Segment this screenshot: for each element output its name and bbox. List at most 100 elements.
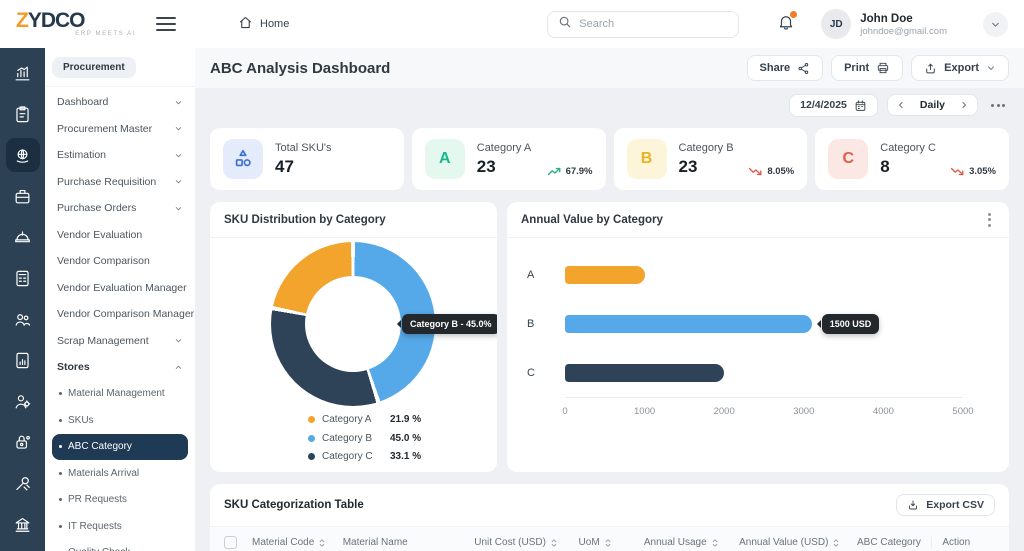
sidebar-item-dashboard[interactable]: Dashboard bbox=[52, 89, 188, 116]
column-header-annual-value-usd-[interactable]: Annual Value (USD) bbox=[739, 537, 857, 548]
sidebar-menu: Procurement DashboardProcurement MasterE… bbox=[45, 48, 195, 551]
export-button[interactable]: Export bbox=[911, 55, 1009, 81]
team-icon[interactable] bbox=[6, 302, 40, 336]
kpi-card-total-sku-s: Total SKU's47 bbox=[210, 128, 404, 190]
letter-b-icon: B bbox=[627, 139, 667, 179]
letter-c-icon: C bbox=[828, 139, 868, 179]
period-label: Daily bbox=[920, 99, 945, 111]
avatar: JD bbox=[821, 9, 851, 39]
printer-icon bbox=[876, 61, 890, 75]
previous-period-button[interactable] bbox=[894, 98, 908, 112]
storage-icon[interactable] bbox=[6, 179, 40, 213]
sidebar-item-vendor-evaluation-manager[interactable]: Vendor Evaluation Manager bbox=[52, 275, 188, 302]
kpi-value: 8 bbox=[880, 157, 889, 177]
brand-name: ZYDCO bbox=[16, 11, 150, 31]
column-header-material-code[interactable]: Material Code bbox=[252, 537, 343, 548]
user-menu[interactable]: JD John Doe johndoe@gmail.com bbox=[821, 9, 947, 39]
period-selector: Daily bbox=[887, 94, 978, 116]
card-menu-button[interactable] bbox=[984, 209, 995, 231]
sort-icon bbox=[711, 538, 719, 548]
column-header-abc-category: ABC Category bbox=[857, 537, 931, 548]
sidebar-subitem-material-management[interactable]: Material Management bbox=[52, 381, 188, 408]
sidebar-item-vendor-evaluation[interactable]: Vendor Evaluation bbox=[52, 222, 188, 249]
sourcing-icon[interactable] bbox=[6, 138, 40, 172]
ledger-icon[interactable] bbox=[6, 261, 40, 295]
app-window: ZYDCO ERP MEETS AI Home JD John Doe john… bbox=[0, 0, 1024, 551]
sidebar-subitem-pr-requests[interactable]: PR Requests bbox=[52, 487, 188, 514]
sku-distribution-card: SKU Distribution by Category Category B … bbox=[210, 202, 497, 472]
engineer-helmet-icon[interactable] bbox=[6, 220, 40, 254]
bar-c[interactable] bbox=[565, 364, 724, 382]
growth-chart-icon[interactable] bbox=[6, 56, 40, 90]
tools-icon[interactable] bbox=[6, 466, 40, 500]
share-label: Share bbox=[760, 62, 791, 74]
sidebar-subitem-materials-arrival[interactable]: Materials Arrival bbox=[52, 460, 188, 487]
date-picker-button[interactable]: 12/4/2025 bbox=[789, 94, 878, 117]
export-csv-button[interactable]: Export CSV bbox=[896, 494, 995, 516]
user-name: John Doe bbox=[860, 12, 947, 26]
sidebar-item-scrap-management[interactable]: Scrap Management bbox=[52, 328, 188, 355]
legend-item-category-c: Category C33.1 % bbox=[308, 451, 421, 462]
print-button[interactable]: Print bbox=[831, 55, 903, 81]
sidebar-item-procurement-master[interactable]: Procurement Master bbox=[52, 116, 188, 143]
chevron-down-icon bbox=[174, 204, 183, 213]
kpi-card-category-a: ACategory A2367.9% bbox=[412, 128, 606, 190]
date-value: 12/4/2025 bbox=[800, 99, 847, 111]
sidebar-item-purchase-orders[interactable]: Purchase Orders bbox=[52, 195, 188, 222]
download-icon bbox=[907, 499, 919, 511]
bar-b[interactable] bbox=[565, 315, 812, 333]
sidebar-item-stores[interactable]: Stores bbox=[52, 354, 188, 381]
search-icon bbox=[558, 15, 572, 34]
chevron-left-icon bbox=[896, 100, 906, 110]
home-link[interactable]: Home bbox=[238, 15, 289, 33]
next-period-button[interactable] bbox=[957, 98, 971, 112]
home-label: Home bbox=[260, 18, 289, 30]
kpi-value: 23 bbox=[679, 157, 698, 177]
more-options-button[interactable] bbox=[987, 98, 1009, 113]
sidebar-subitem-skus[interactable]: SKUs bbox=[52, 407, 188, 434]
module-chip[interactable]: Procurement bbox=[52, 57, 136, 78]
bar-a[interactable] bbox=[565, 266, 645, 284]
x-tick: 3000 bbox=[793, 406, 814, 417]
kpi-trend: 3.05% bbox=[950, 166, 996, 177]
user-settings-icon[interactable] bbox=[6, 384, 40, 418]
sidebar-item-estimation[interactable]: Estimation bbox=[52, 142, 188, 169]
report-icon[interactable] bbox=[6, 343, 40, 377]
bar-row-a: A bbox=[527, 250, 963, 299]
column-header-uom[interactable]: UoM bbox=[579, 537, 644, 548]
notifications-button[interactable] bbox=[777, 13, 795, 36]
user-dropdown-button[interactable] bbox=[983, 12, 1008, 37]
export-csv-label: Export CSV bbox=[926, 499, 984, 511]
kpi-label: Total SKU's bbox=[275, 142, 391, 154]
filter-row: 12/4/2025 Daily bbox=[210, 88, 1009, 122]
bar-category-label: B bbox=[527, 318, 565, 330]
bar-row-c: C bbox=[527, 348, 963, 397]
bar-category-label: C bbox=[527, 367, 565, 379]
legend-dot bbox=[308, 435, 315, 442]
column-header-annual-usage[interactable]: Annual Usage bbox=[644, 537, 739, 548]
sidebar-item-vendor-comparison-manager[interactable]: Vendor Comparison Manager bbox=[52, 301, 188, 328]
legend-item-category-b: Category B45.0 % bbox=[308, 433, 421, 444]
security-icon[interactable] bbox=[6, 425, 40, 459]
brand-tagline: ERP MEETS AI bbox=[75, 31, 136, 37]
bar-chart[interactable]: AB1500 USDC010002000300040005000 bbox=[507, 238, 1009, 423]
sidebar-item-vendor-comparison[interactable]: Vendor Comparison bbox=[52, 248, 188, 275]
sidebar-item-purchase-requisition[interactable]: Purchase Requisition bbox=[52, 169, 188, 196]
x-axis: 010002000300040005000 bbox=[565, 397, 963, 423]
legend-dot bbox=[308, 453, 315, 460]
sort-icon bbox=[832, 538, 840, 548]
search-box[interactable] bbox=[547, 11, 739, 38]
x-tick: 5000 bbox=[952, 406, 973, 417]
sidebar-subitem-quality-check[interactable]: Quality Check bbox=[52, 540, 188, 551]
search-input[interactable] bbox=[579, 18, 709, 30]
sidebar-subitem-abc-category[interactable]: ABC Category bbox=[52, 434, 188, 461]
column-header-unit-cost-usd-[interactable]: Unit Cost (USD) bbox=[474, 537, 578, 548]
select-all-checkbox[interactable] bbox=[224, 536, 237, 549]
bank-icon[interactable] bbox=[6, 507, 40, 541]
chevron-down-icon bbox=[986, 63, 996, 73]
share-button[interactable]: Share bbox=[747, 55, 824, 81]
hamburger-menu-icon[interactable] bbox=[156, 17, 176, 31]
sidebar-subitem-it-requests[interactable]: IT Requests bbox=[52, 513, 188, 540]
shapes-icon bbox=[223, 139, 263, 179]
clipboard-icon[interactable] bbox=[6, 97, 40, 131]
